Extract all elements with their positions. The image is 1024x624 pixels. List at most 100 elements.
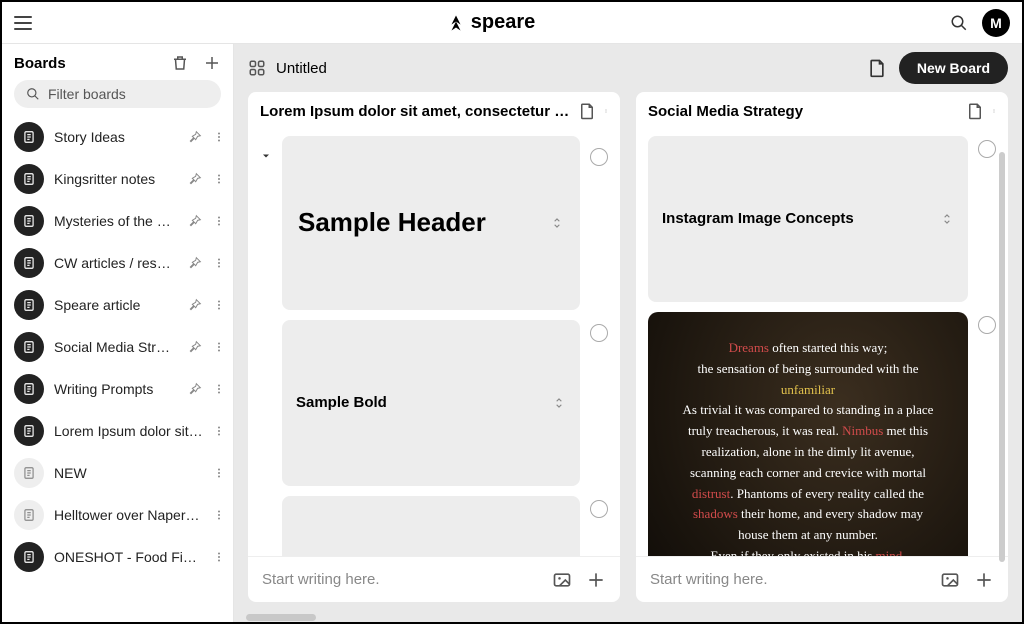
hamburger-menu-icon[interactable] <box>14 16 32 30</box>
doc-icon <box>14 290 44 320</box>
more-icon[interactable] <box>213 172 225 186</box>
doc-icon <box>14 542 44 572</box>
doc-icon <box>14 500 44 530</box>
reorder-icon[interactable] <box>940 144 954 294</box>
sidebar-item[interactable]: CW articles / resour... <box>2 242 233 284</box>
plus-icon[interactable] <box>974 570 994 590</box>
sidebar-item-label: Writing Prompts <box>54 381 177 397</box>
sidebar-item[interactable]: Speare article <box>2 284 233 326</box>
doc-icon <box>14 458 44 488</box>
block-header[interactable]: Sample Header <box>282 136 580 310</box>
more-icon[interactable] <box>992 103 996 119</box>
add-board-icon[interactable] <box>203 54 221 72</box>
avatar[interactable]: M <box>982 9 1010 37</box>
sidebar-item[interactable]: Lorem Ipsum dolor sit a... <box>2 410 233 452</box>
image-icon[interactable] <box>940 570 960 590</box>
trash-icon[interactable] <box>171 54 189 72</box>
more-icon[interactable] <box>213 466 225 480</box>
more-icon[interactable] <box>213 508 225 522</box>
panel-footer: Start writing here. <box>636 556 1008 602</box>
sidebar-title: Boards <box>14 55 66 72</box>
reorder-icon[interactable] <box>552 504 566 556</box>
sidebar-item[interactable]: Story Ideas <box>2 116 233 158</box>
mainbar: Untitled New Board <box>234 44 1022 92</box>
doc-icon <box>14 164 44 194</box>
compose-input[interactable]: Start writing here. <box>650 571 926 588</box>
plus-icon[interactable] <box>586 570 606 590</box>
block-text: Sample Bold <box>296 392 542 414</box>
pin-icon[interactable] <box>187 213 203 229</box>
more-icon[interactable] <box>213 298 225 312</box>
new-board-button[interactable]: New Board <box>899 52 1008 84</box>
sidebar-item[interactable]: Writing Prompts <box>2 368 233 410</box>
selection-circle[interactable] <box>590 148 608 166</box>
panel-left: Lorem Ipsum dolor sit amet, consectetur … <box>248 92 620 602</box>
reorder-icon[interactable] <box>550 148 564 298</box>
sidebar-item-label: Lorem Ipsum dolor sit a... <box>54 423 203 439</box>
sidebar-item-label: Mysteries of the Out... <box>54 213 177 229</box>
sidebar-item-label: Speare article <box>54 297 177 313</box>
doc-icon <box>14 206 44 236</box>
brand-logo-icon <box>447 14 465 32</box>
topbar: speare M <box>2 2 1022 44</box>
pin-icon[interactable] <box>187 129 203 145</box>
more-icon[interactable] <box>213 382 225 396</box>
horizontal-scroll[interactable] <box>234 612 1022 622</box>
page-icon[interactable] <box>578 102 596 120</box>
selection-circle[interactable] <box>590 324 608 342</box>
sidebar-item[interactable]: Kingsritter notes <box>2 158 233 200</box>
sidebar-item[interactable]: Helltower over Napervil... <box>2 494 233 536</box>
layout-grid-icon[interactable] <box>248 59 266 77</box>
more-icon[interactable] <box>213 256 225 270</box>
main-area: Untitled New Board Lorem Ipsum dolor sit… <box>234 44 1022 622</box>
sidebar-item[interactable]: Social Media Strategy <box>2 326 233 368</box>
pin-icon[interactable] <box>187 297 203 313</box>
selection-circle[interactable] <box>978 140 996 158</box>
doc-icon <box>14 416 44 446</box>
pin-icon[interactable] <box>187 255 203 271</box>
panel-title[interactable]: Social Media Strategy <box>648 103 958 120</box>
sidebar-item-label: NEW <box>54 465 203 481</box>
page-icon[interactable] <box>867 58 887 78</box>
selection-circle[interactable] <box>978 316 996 334</box>
image-icon[interactable] <box>552 570 572 590</box>
sidebar-item[interactable]: NEW <box>2 452 233 494</box>
sidebar-item[interactable]: ONESHOT - Food Fight ... <box>2 536 233 578</box>
block-italics[interactable]: Sample Italics <box>282 496 580 556</box>
more-icon[interactable] <box>213 214 225 228</box>
panel-right: Social Media Strategy Instagram Image Co… <box>636 92 1008 602</box>
doc-icon <box>14 332 44 362</box>
board-list[interactable]: Story IdeasKingsritter notes Mysteries of… <box>2 116 233 622</box>
more-icon[interactable] <box>213 424 225 438</box>
filter-placeholder: Filter boards <box>48 86 126 102</box>
filter-boards-input[interactable]: Filter boards <box>14 80 221 108</box>
board-breadcrumb: Untitled <box>276 60 327 77</box>
more-icon[interactable] <box>213 340 225 354</box>
collapse-caret-icon[interactable] <box>260 150 272 162</box>
pin-icon[interactable] <box>187 381 203 397</box>
search-icon[interactable] <box>950 14 968 32</box>
compose-input[interactable]: Start writing here. <box>262 571 538 588</box>
panel-body[interactable]: Instagram Image Concepts Dreams often st… <box>636 130 1008 556</box>
more-icon[interactable] <box>213 550 225 564</box>
reorder-icon[interactable] <box>552 328 566 478</box>
block-concepts-header[interactable]: Instagram Image Concepts <box>648 136 968 302</box>
sidebar-item[interactable]: Mysteries of the Out... <box>2 200 233 242</box>
brand: speare <box>447 11 536 34</box>
pin-icon[interactable] <box>187 171 203 187</box>
more-icon[interactable] <box>213 130 225 144</box>
selection-circle[interactable] <box>590 500 608 518</box>
pin-icon[interactable] <box>187 339 203 355</box>
sidebar-item-label: Helltower over Napervil... <box>54 507 203 523</box>
block-bold[interactable]: Sample Bold <box>282 320 580 486</box>
more-icon[interactable] <box>604 103 608 119</box>
sidebar-item-label: ONESHOT - Food Fight ... <box>54 549 203 565</box>
sidebar-item-label: Social Media Strategy <box>54 339 177 355</box>
panel-title[interactable]: Lorem Ipsum dolor sit amet, consectetur … <box>260 103 570 120</box>
page-icon[interactable] <box>966 102 984 120</box>
block-text: Instagram Image Concepts <box>662 208 930 230</box>
image-card-1[interactable]: Dreams often started this way; the sensa… <box>648 312 968 556</box>
panel-body[interactable]: Sample Header Sample Bold <box>248 130 620 556</box>
doc-icon <box>14 122 44 152</box>
sidebar-item-label: CW articles / resour... <box>54 255 177 271</box>
